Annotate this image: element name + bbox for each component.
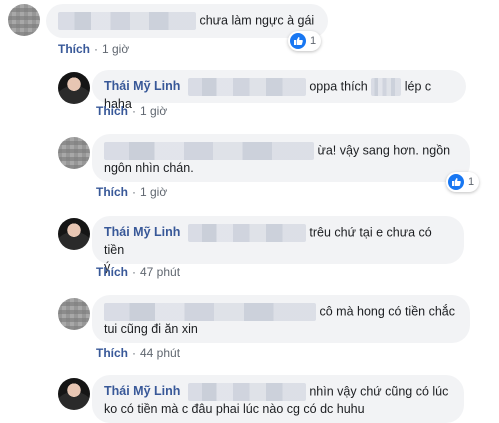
- separator: ·: [132, 265, 136, 279]
- commenter-avatar[interactable]: [8, 4, 40, 36]
- comment-text-line2: ngôn nhìn chán.: [104, 161, 194, 175]
- reaction-count[interactable]: 1: [288, 31, 322, 51]
- redacted-text: [187, 78, 306, 96]
- comment-text-line2: tui cũng đi ăn xin: [104, 322, 198, 336]
- separator: ·: [132, 346, 136, 360]
- timestamp[interactable]: 47 phút: [140, 265, 180, 279]
- author-name[interactable]: Thái Mỹ Linh: [104, 225, 180, 239]
- reaction-number: 1: [310, 35, 317, 47]
- timestamp[interactable]: 44 phút: [140, 346, 180, 360]
- comment-meta: Thích · 44 phút: [96, 346, 180, 360]
- reaction-count[interactable]: 1: [446, 172, 480, 192]
- thumbs-up-icon: [290, 33, 306, 49]
- redacted-text: [187, 383, 306, 401]
- author-avatar[interactable]: [58, 72, 90, 104]
- comment-meta: Thích · 47 phút: [96, 265, 180, 279]
- separator: ·: [94, 42, 98, 56]
- comment-bubble: ừa! vậy sang hơn. ngồn ngôn nhìn chán.: [92, 134, 470, 182]
- timestamp[interactable]: 1 giờ: [102, 42, 129, 56]
- author-name[interactable]: Thái Mỹ Linh: [104, 384, 180, 398]
- redacted-name: [58, 12, 196, 30]
- redacted-text: [371, 78, 402, 96]
- separator: ·: [132, 104, 136, 118]
- author-avatar[interactable]: [58, 378, 90, 410]
- comment-bubble: Thái Mỹ Linh nhìn vậy chứ cũng có lúc ko…: [92, 375, 464, 423]
- timestamp[interactable]: 1 giờ: [140, 104, 167, 118]
- redacted-name: [104, 303, 316, 321]
- comment-text: ừa! vậy sang hơn. ngồn: [317, 143, 451, 158]
- comment-text: cô mà hong có tiền chắc: [319, 304, 455, 319]
- author-name[interactable]: Thái Mỹ Linh: [104, 79, 180, 93]
- author-avatar[interactable]: [58, 218, 90, 250]
- comment-bubble: Thái Mỹ Linh trêu chứ tại e chưa có tiền…: [92, 216, 464, 274]
- comment-bubble: Thái Mỹ Linh oppa thích lép c haha: [92, 70, 466, 111]
- comment-meta: Thích · 1 giờ: [96, 104, 167, 118]
- timestamp[interactable]: 1 giờ: [140, 185, 167, 199]
- like-link[interactable]: Thích: [96, 265, 128, 279]
- comment-text: nhìn vậy chứ cũng có lúc: [309, 384, 449, 399]
- redacted-name: [104, 142, 314, 160]
- redacted-text: [187, 224, 306, 242]
- like-link[interactable]: Thích: [96, 104, 128, 118]
- like-link[interactable]: Thích: [96, 185, 128, 199]
- like-link[interactable]: Thích: [58, 42, 90, 56]
- thumbs-up-icon: [448, 174, 464, 190]
- comment-bubble: cô mà hong có tiền chắc tui cũng đi ăn x…: [92, 295, 470, 343]
- commenter-avatar[interactable]: [58, 137, 90, 169]
- comment-meta: Thích · 1 giờ: [96, 185, 167, 199]
- comment-text: chưa làm ngực à gái: [199, 13, 315, 28]
- commenter-avatar[interactable]: [58, 298, 90, 330]
- comment-text-line2: ko có tiền mà c đâu phai lúc nào cg có d…: [104, 402, 365, 416]
- comment-meta: Thích · 1 giờ: [58, 42, 129, 56]
- separator: ·: [132, 185, 136, 199]
- reaction-number: 1: [468, 176, 475, 188]
- like-link[interactable]: Thích: [96, 346, 128, 360]
- comment-text: oppa thích: [309, 79, 368, 94]
- comment-bubble: chưa làm ngực à gái: [46, 4, 328, 38]
